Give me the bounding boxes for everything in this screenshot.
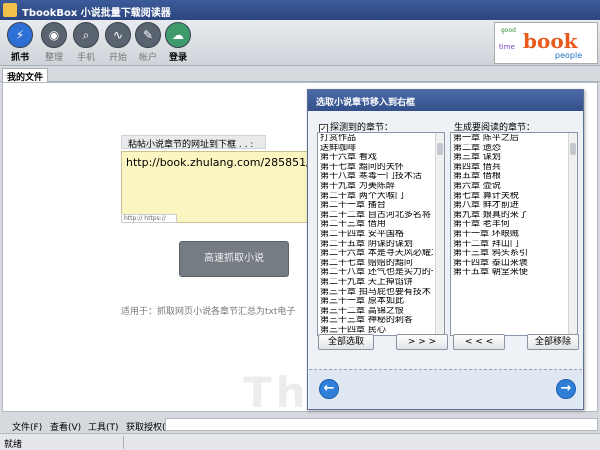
list-item[interactable]: 第十六章 看戏 [320, 153, 433, 163]
list-item[interactable]: 第三十三章 神秘的刺客 [320, 316, 433, 326]
status-bar: 就绪 [0, 433, 600, 450]
start-button[interactable]: ∿ 开始 [103, 22, 133, 64]
list-item[interactable]: 第二十七章 赔赔的黯问 [320, 259, 433, 269]
right-list-scrollbar[interactable] [568, 133, 577, 335]
url-hint: http:// https:// [121, 214, 177, 223]
list-item[interactable]: 第四章 借兵 [453, 163, 566, 173]
left-list-scrollbar[interactable] [435, 133, 444, 335]
list-item[interactable]: 第九章 娘真的来了 [453, 211, 566, 221]
list-item[interactable]: 第十九章 为美陈醉 [320, 182, 433, 192]
dialog-title: 选取小说章节移入到右框 [308, 90, 583, 111]
list-item[interactable]: 第三十一章 原本如此 [320, 297, 433, 307]
list-item[interactable]: 送鲜咖啡 [320, 144, 433, 154]
fetch-book-button[interactable]: ⚡ 抓书 [5, 22, 35, 64]
move-left-button[interactable]: < < < [453, 334, 505, 350]
target-chapters-list[interactable]: 第一章 陈平之后 第二章 遗恐 第三章 谋划 第四章 借兵 第五章 借粮 第六章 壶说 第七… [450, 132, 578, 336]
list-item[interactable]: 第二十二章 自古河北多名将 [320, 211, 433, 221]
search-icon: ⌕ [73, 22, 99, 48]
account-button[interactable]: ✎ 帐户 [133, 22, 163, 64]
phone-button[interactable]: ⌕ 手机 [71, 22, 101, 64]
menu-tools[interactable]: 工具(T) [88, 420, 119, 433]
scroll-thumb[interactable] [437, 143, 443, 155]
list-item[interactable]: 第二十八章 还气也是实力的一部 [320, 268, 433, 278]
list-item[interactable]: 第十七章 黯问的关怀 [320, 163, 433, 173]
chapter-select-dialog: 选取小说章节移入到右框 ✓ 探测到的章节： 生成要阅读的章节： 打赏作品 送鲜咖啡第… [307, 89, 584, 410]
list-item[interactable]: 第十四章 泰山来褒 [453, 259, 566, 269]
arrow-right-icon[interactable]: → [556, 379, 576, 399]
scroll-thumb[interactable] [570, 143, 576, 155]
list-item[interactable]: 第十一章 环眼贼 [453, 230, 566, 240]
list-item[interactable]: 第三章 谋划 [453, 153, 566, 163]
title-bar: TbookBox 小说批量下载阅读器 [0, 0, 600, 20]
list-item[interactable]: 第二十章 两个大喉门 [320, 192, 433, 202]
list-item[interactable]: 第六章 壶说 [453, 182, 566, 192]
list-item[interactable]: 第十章 老羊何 [453, 220, 566, 230]
tab-bar: 我的文件 [0, 67, 600, 83]
window-title: TbookBox 小说批量下载阅读器 [22, 8, 171, 19]
pen-icon: ✎ [135, 22, 161, 48]
list-item[interactable]: 第十二章 拜山门 [453, 240, 566, 250]
menu-file[interactable]: 文件(F) [12, 420, 42, 433]
list-item[interactable]: 第八章 鲜才前进 [453, 201, 566, 211]
list-item[interactable]: 打赏作品 [320, 134, 433, 144]
status-separator [123, 436, 124, 449]
dialog-footer: ← → [309, 369, 582, 409]
disc-icon: ◉ [41, 22, 67, 48]
cloud-upload-icon: ☁ [165, 22, 191, 48]
list-item[interactable]: 第十五章 朝堂来使 [453, 268, 566, 278]
move-right-button[interactable]: > > > [396, 334, 448, 350]
brand-logo: good time book people [494, 22, 598, 64]
list-item[interactable]: 第二章 遗恐 [453, 144, 566, 154]
list-item[interactable]: 第七章 算计关税 [453, 192, 566, 202]
list-item[interactable]: 第十三章 鸦头系引 [453, 249, 566, 259]
url-label: 粘帖小说章节的网址到下框 . . : [121, 135, 266, 150]
toolbar: ⚡ 抓书 ◉ 整理 ⌕ 手机 ∿ 开始 ✎ 帐户 ☁ 登录 good time … [0, 20, 600, 66]
menu-view[interactable]: 查看(V) [50, 420, 81, 433]
list-item[interactable]: 第二十九章 天上掉馅饼 [320, 278, 433, 288]
remove-all-button[interactable]: 全部移除 [527, 334, 579, 350]
list-item[interactable]: 第一章 陈平之后 [453, 134, 566, 144]
organize-button[interactable]: ◉ 整理 [39, 22, 69, 64]
list-item[interactable]: 第十八章 寒毒一门技术活 [320, 172, 433, 182]
app-icon [3, 3, 17, 17]
status-text: 就绪 [4, 440, 23, 450]
list-item[interactable]: 第二十五章 阴谋的谋划 [320, 240, 433, 250]
list-item[interactable]: 第三十章 拍马屁也要有技术 [320, 288, 433, 298]
select-all-button[interactable]: 全部选取 [318, 334, 374, 350]
detected-chapters-list[interactable]: 打赏作品 送鲜咖啡 第十六章 看戏 第十七章 黯问的关怀 第十八章 寒毒一门技术活 第十九… [317, 132, 445, 336]
arrow-left-icon[interactable]: ← [319, 379, 339, 399]
list-item[interactable]: 第五章 借粮 [453, 172, 566, 182]
wave-icon: ∿ [105, 22, 131, 48]
list-item[interactable]: 第二十三章 借用 [320, 220, 433, 230]
lightning-icon: ⚡ [7, 22, 33, 48]
tab-my-files[interactable]: 我的文件 [2, 68, 49, 83]
description-text: 适用于：抓取网页小说各章节汇总为txt电子 [121, 307, 296, 317]
fast-fetch-button[interactable]: 高速抓取小说 [179, 241, 289, 277]
list-item[interactable]: 第三十二章 高锦之恨 [320, 307, 433, 317]
command-input[interactable] [165, 418, 598, 431]
login-button[interactable]: ☁ 登录 [163, 22, 193, 64]
list-item[interactable]: 第二十一章 播台 [320, 201, 433, 211]
list-item[interactable]: 第二十四章 安平国格 [320, 230, 433, 240]
list-item[interactable]: 第二十六章 本是寻天风必耀之 [320, 249, 433, 259]
